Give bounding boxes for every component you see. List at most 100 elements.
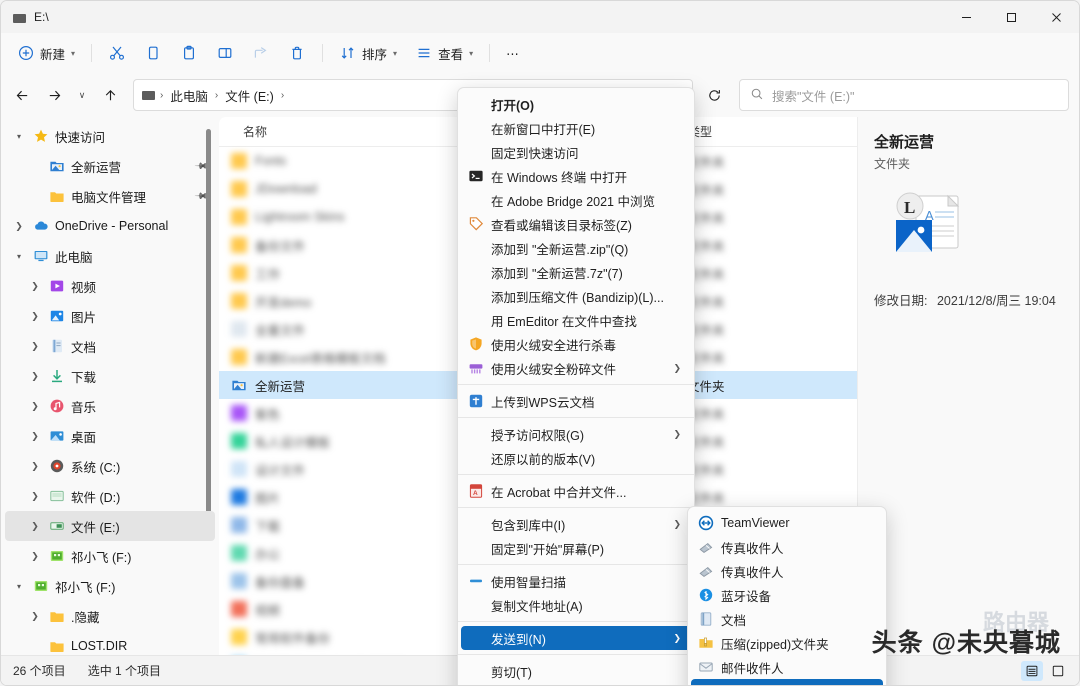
sidebar-item-label: OneDrive - Personal [55, 219, 168, 233]
menu-item[interactable]: 打开(O) [461, 92, 691, 116]
view-button[interactable]: 查看 ▾ [407, 38, 481, 68]
menu-item[interactable]: 在 Windows 终端 中打开 [461, 164, 691, 188]
sidebar-item-1[interactable]: 全新运营📌 [5, 151, 215, 181]
bluetooth-icon [697, 587, 715, 603]
more-options-button[interactable]: ⋯ [498, 38, 528, 68]
menu-separator [458, 507, 694, 508]
pin-icon[interactable]: 📌 [194, 188, 210, 204]
menu-item[interactable]: 传真收件人 [691, 535, 883, 559]
up-button[interactable] [95, 80, 125, 110]
refresh-button[interactable] [699, 80, 729, 110]
menu-item[interactable]: 上传到WPS云文档 [461, 389, 691, 413]
chevron-right-icon[interactable]: ❯ [27, 341, 43, 352]
chevron-right-icon[interactable]: ❯ [27, 431, 43, 442]
menu-item[interactable]: 添加到 "全新运营.7z"(7) [461, 260, 691, 284]
chevron-down-icon[interactable]: ▾ [11, 582, 27, 591]
chevron-right-icon[interactable]: ❯ [11, 221, 27, 232]
file-name-label: 办公 [255, 544, 280, 563]
menu-item[interactable]: 查看或编辑该目录标签(Z) [461, 212, 691, 236]
chevron-right-icon[interactable]: ❯ [27, 401, 43, 412]
menu-item[interactable]: 在新窗口中打开(E) [461, 116, 691, 140]
sidebar-item-12[interactable]: ❯软件 (D:) [5, 481, 215, 511]
copy-button[interactable] [136, 38, 170, 68]
chevron-right-icon[interactable]: ❯ [27, 611, 43, 622]
sort-button-label: 排序 [362, 44, 387, 63]
chevron-right-icon[interactable]: ❯ [27, 521, 43, 532]
menu-item[interactable]: 包含到库中(I)❯ [461, 512, 691, 536]
file-icon [231, 545, 247, 561]
sidebar-item-5[interactable]: ❯视频 [5, 271, 215, 301]
menu-item[interactable]: 还原以前的版本(V) [461, 446, 691, 470]
sidebar-item-2[interactable]: 电脑文件管理📌 [5, 181, 215, 211]
sidebar-item-9[interactable]: ❯音乐 [5, 391, 215, 421]
menu-item[interactable]: TeamViewer [691, 511, 883, 535]
sidebar-item-14[interactable]: ❯祁小飞 (F:) [5, 541, 215, 571]
chevron-right-icon[interactable]: ❯ [27, 551, 43, 562]
sidebar-item-3[interactable]: ❯ OneDrive - Personal [5, 211, 215, 241]
search-box[interactable]: 搜索"文件 (E:)" [739, 79, 1069, 111]
menu-item[interactable]: 用 EmEditor 在文件中查找 [461, 308, 691, 332]
new-button[interactable]: 新建 ▾ [9, 38, 83, 68]
menu-item[interactable]: 添加到 "全新运营.zip"(Q) [461, 236, 691, 260]
recent-locations-button[interactable]: ∨ [71, 80, 93, 110]
chevron-right-icon[interactable]: ❯ [27, 371, 43, 382]
paste-button[interactable] [172, 38, 206, 68]
menu-item[interactable]: 授予访问权限(G)❯ [461, 422, 691, 446]
sort-button[interactable]: 排序 ▾ [331, 38, 405, 68]
menu-item[interactable]: 蓝牙设备 [691, 583, 883, 607]
menu-item[interactable]: 桌面快捷方式 [691, 679, 883, 686]
share-button[interactable] [244, 38, 278, 68]
menu-item[interactable]: 压缩(zipped)文件夹 [691, 631, 883, 655]
menu-item[interactable]: 复制文件地址(A) [461, 593, 691, 617]
menu-item[interactable]: 使用火绒安全粉碎文件❯ [461, 356, 691, 380]
large-icons-view-button[interactable] [1047, 661, 1069, 681]
chevron-right-icon[interactable]: ❯ [27, 491, 43, 502]
close-button[interactable] [1034, 1, 1079, 33]
menu-item[interactable]: 使用火绒安全进行杀毒 [461, 332, 691, 356]
rename-button[interactable] [208, 38, 242, 68]
sidebar-item-7[interactable]: ❯ 文档 [5, 331, 215, 361]
chevron-down-icon[interactable]: ▾ [11, 252, 27, 261]
maximize-button[interactable] [989, 1, 1034, 33]
copy-icon [144, 44, 162, 62]
sidebar-item-11[interactable]: ❯系统 (C:) [5, 451, 215, 481]
menu-icon-placeholder [467, 516, 485, 532]
details-view-button[interactable] [1021, 661, 1043, 681]
sidebar-item-13[interactable]: ❯文件 (E:) [5, 511, 215, 541]
menu-item[interactable]: 剪切(T) [461, 659, 691, 683]
sidebar-item-label: 文档 [71, 337, 96, 356]
sidebar-item-6[interactable]: ❯图片 [5, 301, 215, 331]
breadcrumb-this-pc[interactable]: 此电脑 [166, 84, 212, 107]
sidebar-item-15[interactable]: ▾祁小飞 (F:) [5, 571, 215, 601]
menu-item[interactable]: 固定到"开始"屏幕(P) [461, 536, 691, 560]
menu-item[interactable]: 传真收件人 [691, 559, 883, 583]
minimize-button[interactable] [944, 1, 989, 33]
back-button[interactable] [7, 80, 37, 110]
sidebar-item-0[interactable]: ▾快速访问 [5, 121, 215, 151]
menu-item[interactable]: 在 Adobe Bridge 2021 中浏览 [461, 188, 691, 212]
sidebar-item-10[interactable]: ❯桌面 [5, 421, 215, 451]
breadcrumb-drive-e[interactable]: 文件 (E:) [221, 84, 278, 107]
chevron-right-icon[interactable]: ❯ [27, 311, 43, 322]
menu-item[interactable]: 邮件收件人 [691, 655, 883, 679]
chevron-right-icon[interactable]: ❯ [27, 281, 43, 292]
column-header-type[interactable]: 类型 [677, 123, 797, 140]
sidebar-item-8[interactable]: ❯下载 [5, 361, 215, 391]
menu-item[interactable]: 发送到(N)❯ [461, 626, 691, 650]
menu-item[interactable]: 文档 [691, 607, 883, 631]
menu-item-label: 在 Acrobat 中合并文件... [491, 482, 626, 501]
file-type-cell: 文件夹 [677, 376, 797, 395]
pin-icon[interactable]: 📌 [194, 158, 210, 174]
menu-item[interactable]: 固定到快速访问 [461, 140, 691, 164]
menu-item[interactable]: A在 Acrobat 中合并文件... [461, 479, 691, 503]
chevron-down-icon[interactable]: ▾ [11, 132, 27, 141]
forward-button[interactable] [39, 80, 69, 110]
cut-button[interactable] [100, 38, 134, 68]
menu-separator [458, 564, 694, 565]
menu-item[interactable]: 添加到压缩文件 (Bandizip)(L)... [461, 284, 691, 308]
sidebar-item-16[interactable]: ❯.隐藏 [5, 601, 215, 631]
delete-button[interactable] [280, 38, 314, 68]
chevron-right-icon[interactable]: ❯ [27, 461, 43, 472]
menu-item[interactable]: 使用智量扫描 [461, 569, 691, 593]
sidebar-item-4[interactable]: ▾此电脑 [5, 241, 215, 271]
